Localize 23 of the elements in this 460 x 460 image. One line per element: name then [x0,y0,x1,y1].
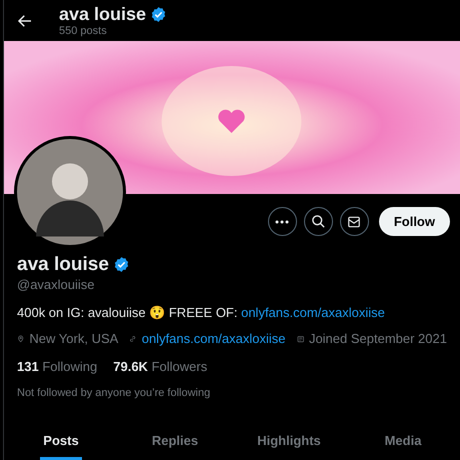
location-text: New York, USA [29,330,118,348]
profile-title: ava louise [59,3,146,25]
followers-link[interactable]: 79.6K Followers [113,356,208,376]
more-icon [275,220,290,224]
search-icon [310,214,326,229]
profile-tab[interactable]: Replies [152,422,198,460]
search-button[interactable] [304,207,333,236]
joined-date: Joined September 2021 [308,330,447,348]
profile-tab[interactable]: Media [384,422,422,460]
bio-link[interactable]: onlyfans.com/axaxloxiise [241,305,385,320]
profile-handle: @avaxlouiise [17,276,95,293]
more-button[interactable] [268,207,297,236]
follow-button[interactable]: Follow [378,207,450,236]
profile-bio: 400k on IG: avalouiise 😲 FREEE OF: onlyfans.com/axaxloxiise [17,304,385,321]
followers-note: Not followed by anyone you’re following [17,386,210,401]
profile-tab[interactable]: Highlights [257,422,321,460]
envelope-icon [347,214,362,228]
profile-tab[interactable]: Posts [40,422,82,460]
message-button[interactable] [340,207,369,236]
following-link[interactable]: 131 Following [17,356,98,376]
website-link[interactable]: onlyfans.com/axaxloxiise [142,329,286,348]
profile-name: ava louise [17,253,109,276]
post-count: 550 posts [59,25,108,38]
